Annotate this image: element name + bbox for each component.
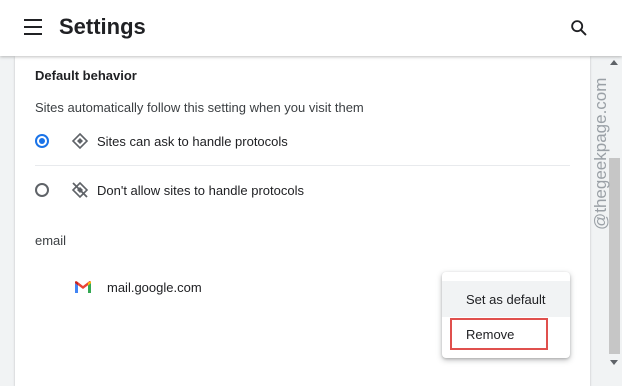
- site-row: mail.google.com: [75, 277, 475, 299]
- remove-menu-item[interactable]: Remove: [442, 317, 570, 353]
- set-as-default-menu-item[interactable]: Set as default: [442, 281, 570, 317]
- section-description: Sites automatically follow this setting …: [35, 100, 364, 115]
- watermark-text: @thegeekpage.com: [591, 77, 610, 230]
- protocol-handler-off-icon: [71, 181, 89, 199]
- radio-button-unchecked[interactable]: [35, 183, 49, 197]
- search-icon[interactable]: [568, 17, 590, 39]
- site-name: mail.google.com: [107, 280, 202, 295]
- divider: [35, 165, 570, 166]
- settings-header: Settings: [0, 0, 622, 56]
- radio-label-block: Don't allow sites to handle protocols: [97, 183, 304, 198]
- remove-label: Remove: [466, 327, 515, 342]
- protocol-group-label: email: [35, 233, 67, 248]
- radio-button-checked[interactable]: [35, 134, 49, 148]
- scroll-down-arrow-icon[interactable]: [610, 360, 618, 365]
- set-as-default-label: Set as default: [466, 292, 546, 307]
- radio-block-protocols[interactable]: Don't allow sites to handle protocols: [35, 174, 570, 210]
- protocol-handler-icon: [71, 132, 89, 150]
- gmail-icon: [75, 281, 91, 293]
- radio-label-allow: Sites can ask to handle protocols: [97, 134, 288, 149]
- radio-allow-protocols[interactable]: Sites can ask to handle protocols: [35, 125, 570, 161]
- site-context-menu: Set as default Remove: [442, 272, 570, 358]
- page-title: Settings: [59, 14, 146, 39]
- hamburger-menu-icon[interactable]: [24, 19, 42, 35]
- section-title: Default behavior: [35, 68, 137, 83]
